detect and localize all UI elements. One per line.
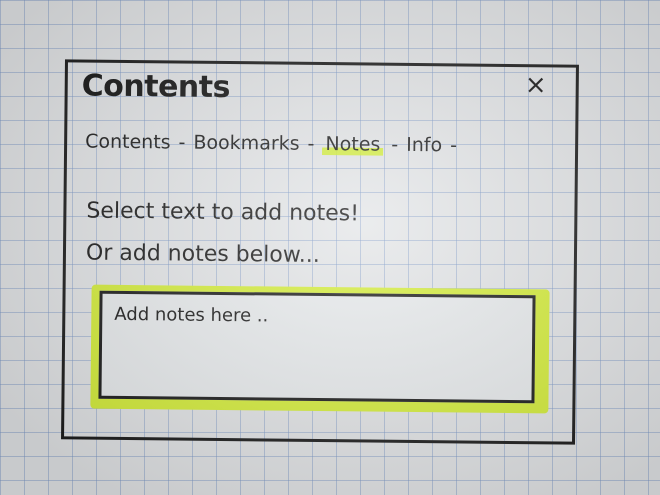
- close-icon[interactable]: ×: [522, 70, 550, 100]
- contents-panel: Contents × Contents - Bookmarks - Notes …: [61, 59, 579, 445]
- notes-input[interactable]: [98, 290, 536, 404]
- tab-bar: Contents - Bookmarks - Notes - Info -: [85, 131, 457, 157]
- notes-highlight: [90, 284, 550, 414]
- graph-paper-background: Contents × Contents - Bookmarks - Notes …: [0, 0, 660, 495]
- tab-separator: -: [178, 131, 186, 154]
- tab-contents[interactable]: Contents: [85, 131, 171, 154]
- instruction-select-text: Select text to add notes!: [86, 198, 360, 227]
- tab-bookmarks[interactable]: Bookmarks: [193, 132, 299, 155]
- tab-notes[interactable]: Notes: [322, 133, 384, 156]
- tab-separator: -: [307, 132, 315, 155]
- panel-title: Contents: [81, 68, 231, 106]
- tab-info[interactable]: Info: [406, 134, 442, 156]
- instruction-add-below: Or add notes below...: [85, 240, 320, 268]
- tab-separator: -: [391, 133, 399, 156]
- tab-separator: -: [450, 134, 458, 157]
